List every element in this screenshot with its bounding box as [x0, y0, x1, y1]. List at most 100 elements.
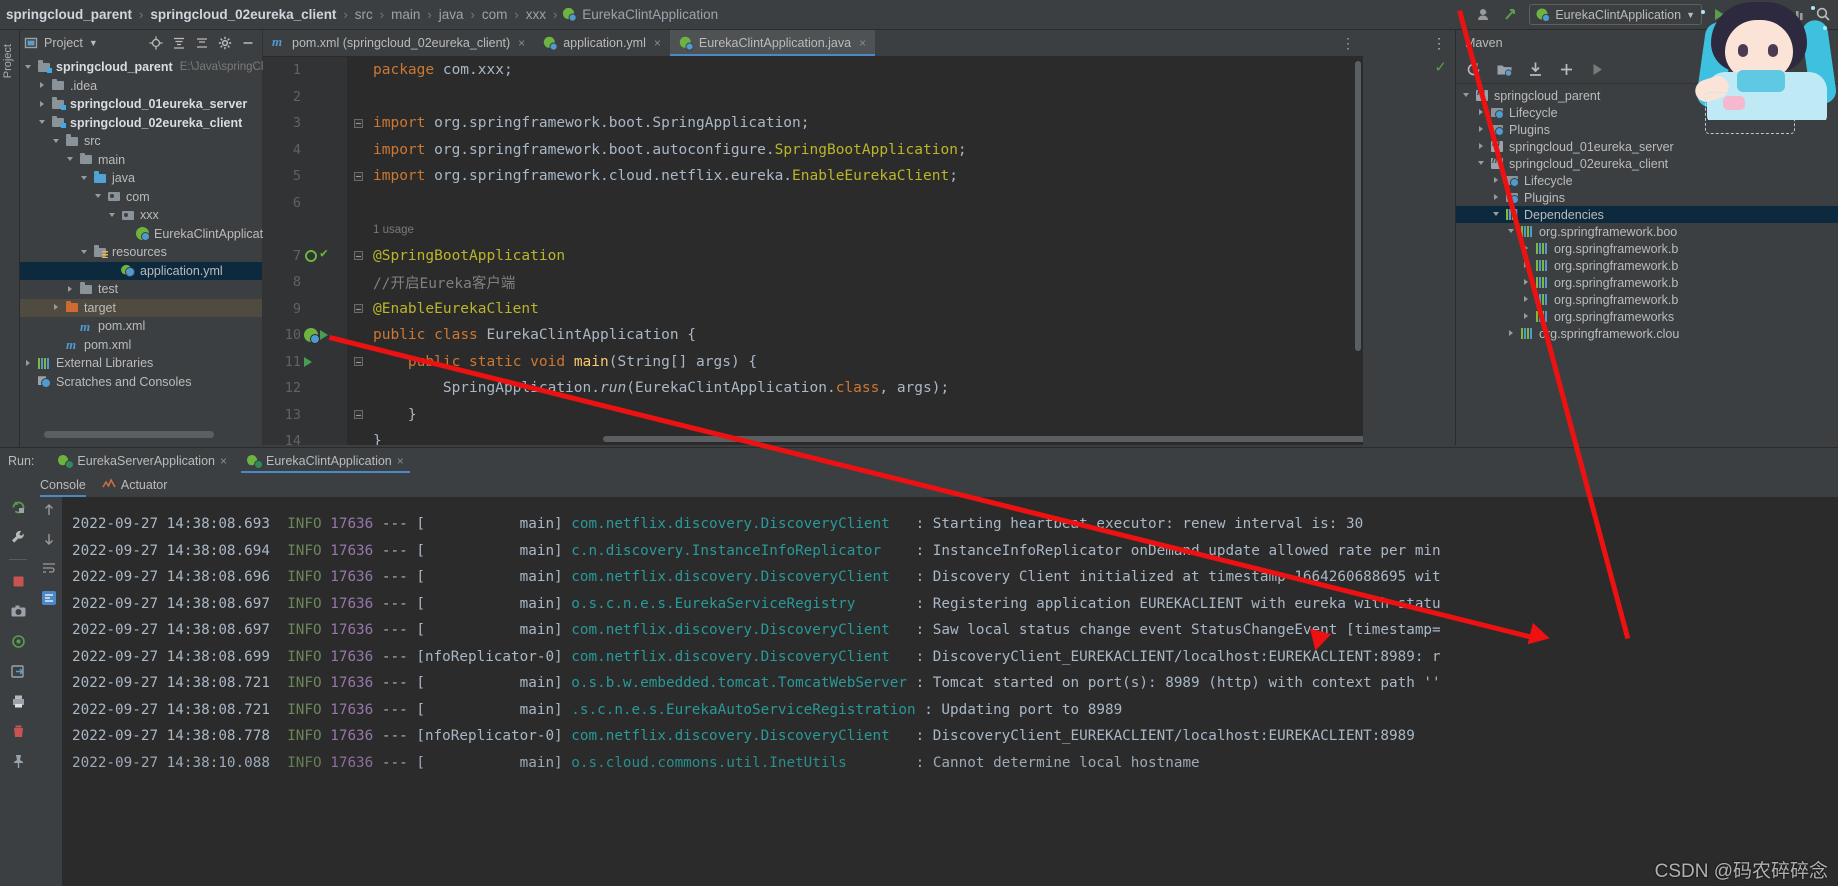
- close-icon[interactable]: ×: [397, 454, 404, 468]
- chevron-down-icon[interactable]: [52, 136, 63, 147]
- breadcrumb-item[interactable]: java: [437, 7, 466, 22]
- chevron-right-icon[interactable]: [1522, 294, 1533, 305]
- editor-tab[interactable]: application.yml ×: [534, 30, 670, 56]
- fold-column[interactable]: [347, 304, 369, 314]
- editor-vertical-scrollbar[interactable]: [1355, 61, 1361, 351]
- run-arrow-icon[interactable]: [320, 330, 328, 341]
- project-tree-item[interactable]: src: [20, 132, 262, 151]
- project-tree-item[interactable]: main: [20, 151, 262, 170]
- project-tree-item[interactable]: EurekaClintApplication: [20, 225, 280, 244]
- account-icon[interactable]: [1477, 6, 1494, 23]
- sidebar-tab-project[interactable]: Project: [0, 38, 16, 84]
- chevron-right-icon[interactable]: [1477, 141, 1488, 152]
- project-tree[interactable]: springcloud_parent E:\Java\springCloud\s.…: [20, 56, 292, 392]
- download-sources-icon[interactable]: [1527, 61, 1544, 78]
- gutter-icons[interactable]: [301, 246, 347, 263]
- down-arrow-icon[interactable]: [42, 532, 56, 546]
- editor-tab[interactable]: EurekaClintApplication.java ×: [669, 30, 876, 56]
- fold-marker-end[interactable]: [353, 171, 363, 181]
- maven-tree-item[interactable]: org.springframework.b: [1456, 240, 1838, 257]
- breadcrumb[interactable]: springcloud_parent › springcloud_02eureka_…: [0, 0, 720, 30]
- chevron-right-icon[interactable]: [24, 358, 35, 369]
- project-tree-item[interactable]: m pom.xml: [20, 336, 262, 355]
- chevron-right-icon[interactable]: [38, 80, 49, 91]
- project-tree-item[interactable]: .idea: [20, 77, 262, 96]
- more-options-icon[interactable]: ⋮: [1341, 35, 1355, 52]
- editor-tab-bar[interactable]: m pom.xml (springcloud_02eureka_client) × a…: [263, 30, 1363, 57]
- maven-tree-item[interactable]: org.springframework.clou: [1456, 325, 1838, 342]
- maven-tree-item[interactable]: Lifecycle: [1456, 172, 1838, 189]
- chevron-down-icon[interactable]: [1462, 90, 1473, 101]
- trash-icon[interactable]: [10, 723, 27, 740]
- run-configuration-selector[interactable]: EurekaClintApplication ▼: [1529, 4, 1702, 25]
- chevron-down-icon[interactable]: [80, 247, 91, 258]
- chevron-down-icon[interactable]: [66, 154, 77, 165]
- project-tree-item[interactable]: java: [20, 169, 262, 188]
- project-tree-item[interactable]: test: [20, 280, 262, 299]
- console-sub-tab[interactable]: Actuator: [102, 473, 167, 497]
- check-icon[interactable]: [320, 246, 334, 263]
- more-options-icon[interactable]: ⋮: [1432, 35, 1447, 52]
- pin-icon[interactable]: [10, 753, 27, 770]
- fold-column[interactable]: [347, 171, 369, 181]
- project-tree-item[interactable]: resources: [20, 243, 262, 262]
- usage-hint[interactable]: 1 usage: [373, 224, 414, 236]
- stop-icon[interactable]: [10, 573, 27, 590]
- breadcrumb-item[interactable]: xxx: [524, 7, 548, 22]
- breadcrumb-item[interactable]: src: [353, 7, 375, 22]
- run-arrow-icon[interactable]: [304, 356, 312, 367]
- fold-marker[interactable]: [353, 251, 363, 261]
- inspection-status-icon[interactable]: ✓: [1363, 58, 1455, 76]
- camera-icon[interactable]: [10, 603, 27, 620]
- collapse-all-icon[interactable]: [195, 36, 209, 50]
- project-tree-item[interactable]: application.yml: [20, 261, 262, 280]
- project-tree-item[interactable]: target: [20, 298, 262, 317]
- editor-tab[interactable]: m pom.xml (springcloud_02eureka_client) ×: [263, 30, 535, 56]
- chevron-right-icon[interactable]: [1492, 192, 1503, 203]
- fold-column[interactable]: [347, 357, 369, 367]
- run-maven-goal-icon[interactable]: [1589, 61, 1606, 78]
- chevron-down-icon[interactable]: [108, 210, 119, 221]
- project-tree-item[interactable]: springcloud_02eureka_client: [20, 114, 262, 133]
- wrench-icon[interactable]: [10, 529, 27, 546]
- close-icon[interactable]: ×: [859, 36, 866, 50]
- console-output[interactable]: 2022-09-27 14:38:08.693 INFO 17636 --- […: [62, 497, 1838, 886]
- console-sub-tab[interactable]: Console: [40, 473, 86, 497]
- maven-tree-item[interactable]: org.springframework.boo: [1456, 223, 1838, 240]
- maven-tree-item[interactable]: org.springframework.b: [1456, 291, 1838, 308]
- chevron-right-icon[interactable]: [66, 284, 77, 295]
- close-icon[interactable]: ×: [220, 454, 227, 468]
- locate-icon[interactable]: [149, 36, 163, 50]
- fold-marker-end[interactable]: [353, 410, 363, 420]
- breadcrumb-item[interactable]: springcloud_parent: [4, 7, 134, 22]
- chevron-down-icon[interactable]: [80, 173, 91, 184]
- maven-tree-item[interactable]: org.springframework.b: [1456, 274, 1838, 291]
- breadcrumb-item[interactable]: springcloud_02eureka_client: [148, 7, 338, 22]
- project-horizontal-scrollbar[interactable]: [44, 431, 214, 438]
- chevron-down-icon[interactable]: [94, 191, 105, 202]
- project-tree-item[interactable]: Scratches and Consoles: [20, 373, 262, 392]
- chevron-down-icon[interactable]: [1492, 209, 1503, 220]
- search-icon[interactable]: [304, 249, 318, 263]
- chevron-down-icon[interactable]: ▼: [89, 38, 98, 48]
- spring-bean-icon[interactable]: [304, 328, 320, 345]
- gutter-icons[interactable]: [301, 356, 347, 367]
- chevron-right-icon[interactable]: [38, 99, 49, 110]
- chevron-down-icon[interactable]: [38, 117, 49, 128]
- expand-all-icon[interactable]: [172, 36, 186, 50]
- project-tree-item[interactable]: springcloud_parent E:\Java\springCloud\s: [20, 58, 292, 77]
- close-icon[interactable]: ×: [654, 36, 661, 50]
- soft-wrap-icon[interactable]: [42, 561, 56, 575]
- print-icon[interactable]: [10, 693, 27, 710]
- export-icon[interactable]: [10, 663, 27, 680]
- project-tree-item[interactable]: springcloud_01eureka_server: [20, 95, 262, 114]
- project-tree-item[interactable]: m pom.xml: [20, 317, 262, 336]
- chevron-right-icon[interactable]: [52, 302, 63, 313]
- add-icon[interactable]: [1558, 61, 1575, 78]
- fold-marker[interactable]: [353, 118, 363, 128]
- scroll-to-end-icon[interactable]: [41, 590, 57, 606]
- maven-tree-item[interactable]: springcloud_02eureka_client: [1456, 155, 1838, 172]
- fold-column[interactable]: [347, 251, 369, 261]
- run-tab[interactable]: EurekaServerApplication ×: [48, 448, 237, 473]
- chevron-down-icon[interactable]: [24, 62, 35, 73]
